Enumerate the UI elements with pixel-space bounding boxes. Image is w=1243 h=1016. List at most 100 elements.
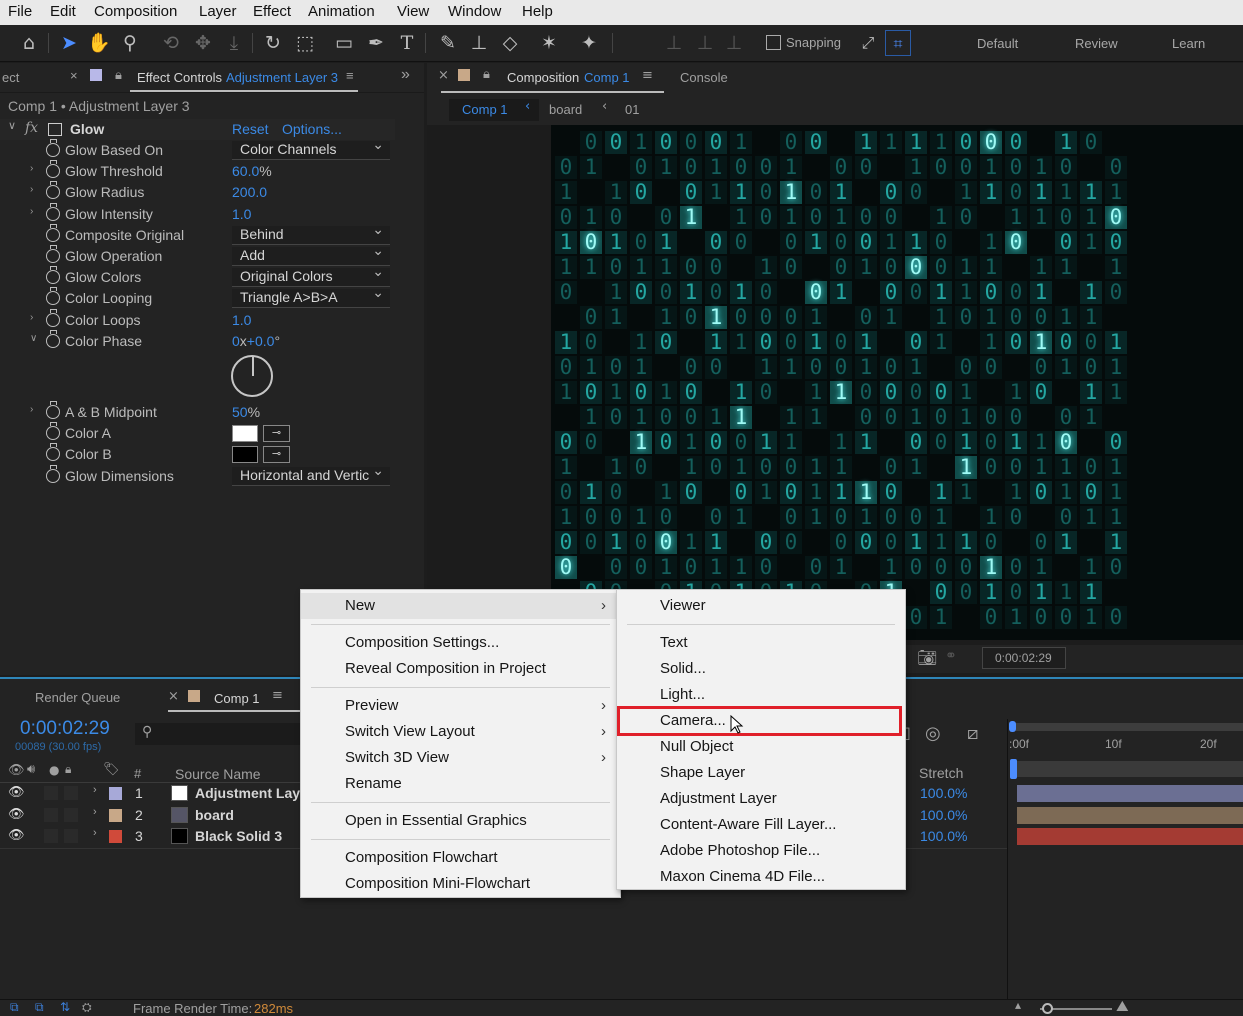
render-queue-tab[interactable]: Render Queue bbox=[35, 690, 120, 705]
prop-color-loops[interactable]: › Color Loops 1.0 bbox=[0, 308, 395, 331]
viewer-timecode-box[interactable]: 0:00:02:29 bbox=[982, 647, 1066, 669]
reset-link[interactable]: Reset bbox=[232, 121, 269, 137]
menu-item-rename[interactable]: Rename bbox=[301, 771, 620, 797]
rectangle-tool-icon[interactable]: ▭ bbox=[331, 30, 357, 56]
motion-blur-icon[interactable]: ◎ bbox=[925, 723, 941, 744]
color-phase-dial[interactable] bbox=[231, 355, 273, 397]
prop-glow-colors[interactable]: Glow Colors Original Colors bbox=[0, 263, 395, 288]
timeline-timecode[interactable]: 0:00:02:29 bbox=[20, 718, 110, 740]
solo-toggle[interactable] bbox=[44, 786, 58, 800]
layer-stretch[interactable]: 100.0% bbox=[920, 828, 967, 844]
stopwatch-icon[interactable] bbox=[46, 139, 60, 157]
eye-icon[interactable]: 👁︎ bbox=[8, 806, 25, 822]
menu-item-camera[interactable]: Camera... bbox=[617, 706, 905, 736]
workspace-default[interactable]: Default bbox=[977, 36, 1018, 51]
menu-item-text[interactable]: Text bbox=[617, 630, 905, 656]
layer-row[interactable]: 👁︎ › 2 board bbox=[0, 805, 300, 826]
eye-icon[interactable]: 👁︎ bbox=[8, 784, 25, 800]
stopwatch-icon[interactable] bbox=[46, 443, 60, 462]
lock-toggle[interactable] bbox=[64, 829, 78, 843]
prop-composite-original[interactable]: Composite Original Behind bbox=[0, 221, 395, 246]
twirl-icon[interactable]: › bbox=[93, 827, 97, 839]
menu-item-shape-layer[interactable]: Shape Layer bbox=[617, 760, 905, 786]
label-color[interactable] bbox=[109, 808, 122, 822]
stopwatch-icon[interactable] bbox=[46, 223, 60, 242]
menu-item-new[interactable]: New › bbox=[301, 593, 620, 619]
current-time-indicator[interactable] bbox=[1010, 759, 1017, 779]
prop-dropdown[interactable]: Original Colors bbox=[232, 263, 390, 288]
twirl-icon[interactable]: ∨ bbox=[30, 333, 37, 344]
close-icon[interactable]: × bbox=[168, 689, 179, 704]
timeline-comp-tab[interactable]: Comp 1 bbox=[214, 691, 260, 706]
home-icon[interactable]: ⌂ bbox=[16, 30, 42, 56]
layer-row[interactable]: 👁︎ › 1 Adjustment Laye bbox=[0, 783, 300, 804]
eyedropper-icon[interactable]: ⊸ bbox=[263, 446, 290, 464]
menu-item-reveal-composition-in-project[interactable]: Reveal Composition in Project bbox=[301, 656, 620, 682]
twirl-icon[interactable]: › bbox=[93, 806, 97, 818]
menu-item-content-aware-fill-layer[interactable]: Content-Aware Fill Layer... bbox=[617, 812, 905, 838]
menu-item-null-object[interactable]: Null Object bbox=[617, 734, 905, 760]
flow-board[interactable]: board bbox=[549, 102, 582, 117]
prop-glow-dimensions[interactable]: Glow Dimensions Horizontal and Vertic bbox=[0, 462, 395, 487]
stopwatch-icon[interactable] bbox=[46, 202, 60, 221]
effect-header-row[interactable]: ∨ fx Glow Reset Options... bbox=[0, 119, 395, 140]
menu-item-adobe-photoshop-file[interactable]: Adobe Photoshop File... bbox=[617, 838, 905, 864]
flow-comp1[interactable]: Comp 1 bbox=[462, 102, 508, 117]
prop-dropdown[interactable]: Color Channels bbox=[232, 136, 390, 160]
prop-a-b-midpoint[interactable]: › A & B Midpoint 50% bbox=[0, 401, 395, 423]
close-icon[interactable]: × bbox=[438, 68, 449, 83]
layer-stretch[interactable]: 100.0% bbox=[920, 807, 967, 823]
prop-value[interactable]: 50% bbox=[232, 404, 260, 420]
layer-row[interactable]: 👁︎ › 3 Black Solid 3 bbox=[0, 826, 300, 847]
zoom-out-icon[interactable]: ▴ bbox=[1015, 998, 1021, 1012]
prop-color-a[interactable]: Color A ⊸ bbox=[0, 422, 395, 444]
stopwatch-icon[interactable] bbox=[46, 287, 60, 306]
prop-angle-value[interactable]: 0x+0.0° bbox=[232, 333, 280, 349]
menu-animation[interactable]: Animation bbox=[308, 3, 375, 20]
audio-column-icon[interactable]: 🔊︎ bbox=[27, 762, 35, 777]
layer-name[interactable]: Black Solid 3 bbox=[195, 828, 300, 844]
world-axis-icon[interactable]: ⊥ bbox=[692, 30, 718, 56]
composition-tab-title[interactable]: Composition bbox=[507, 70, 579, 85]
snapping-checkbox[interactable] bbox=[766, 35, 781, 50]
eraser-tool-icon[interactable]: ◇ bbox=[497, 30, 523, 56]
prop-dropdown[interactable]: Triangle A>B>A bbox=[232, 284, 390, 309]
prop-color-b[interactable]: Color B ⊸ bbox=[0, 443, 395, 465]
menu-file[interactable]: File bbox=[8, 3, 32, 20]
zoom-in-icon[interactable]: ⛰ bbox=[1116, 997, 1129, 1015]
stopwatch-icon[interactable] bbox=[46, 245, 60, 263]
brush-tool-icon[interactable]: ✎ bbox=[435, 30, 461, 56]
hand-tool-icon[interactable]: ✋ bbox=[86, 30, 112, 56]
menu-item-preview[interactable]: Preview › bbox=[301, 693, 620, 719]
color-swatch[interactable] bbox=[232, 425, 258, 443]
menu-item-viewer[interactable]: Viewer bbox=[617, 593, 905, 619]
zoom-tool-icon[interactable]: ⚲ bbox=[117, 30, 143, 56]
prop-glow-operation[interactable]: Glow Operation Add bbox=[0, 242, 395, 267]
roto-brush-tool-icon[interactable]: ✶ bbox=[536, 30, 562, 56]
work-area-start-handle[interactable] bbox=[1009, 721, 1016, 732]
twirl-icon[interactable]: › bbox=[30, 184, 33, 195]
menu-item-composition-mini-flowchart[interactable]: Composition Mini-Flowchart bbox=[301, 871, 620, 897]
menu-item-switch-view-layout[interactable]: Switch View Layout › bbox=[301, 719, 620, 745]
layer-stretch[interactable]: 100.0% bbox=[920, 785, 967, 801]
puppet-pin-tool-icon[interactable]: ✦ bbox=[576, 30, 602, 56]
rotation-tool-icon[interactable]: ↻ bbox=[260, 30, 286, 56]
solo-column-icon[interactable]: ● bbox=[49, 763, 59, 777]
menu-layer[interactable]: Layer bbox=[199, 3, 237, 20]
lock-toggle[interactable] bbox=[64, 786, 78, 800]
prop-glow-threshold[interactable]: › Glow Threshold 60.0% bbox=[0, 160, 395, 182]
prop-dropdown[interactable]: Behind bbox=[232, 221, 390, 245]
panel-menu-icon[interactable]: ≡ bbox=[272, 688, 283, 703]
twirl-open-icon[interactable]: ∨ bbox=[8, 119, 16, 132]
lock-icon[interactable]: 🔒︎ bbox=[483, 67, 490, 82]
prop-glow-based-on[interactable]: Glow Based On Color Channels bbox=[0, 136, 395, 161]
twirl-icon[interactable]: › bbox=[30, 206, 33, 217]
stopwatch-icon[interactable] bbox=[46, 181, 60, 200]
solo-toggle[interactable] bbox=[44, 829, 58, 843]
menu-edit[interactable]: Edit bbox=[50, 3, 76, 20]
layer-duration-bar[interactable] bbox=[1017, 785, 1243, 802]
workspace-learn[interactable]: Learn bbox=[1172, 36, 1205, 51]
label-color[interactable] bbox=[109, 830, 122, 843]
view-axis-icon[interactable]: ⊥ bbox=[721, 30, 747, 56]
layer-name[interactable]: Adjustment Laye bbox=[195, 785, 300, 801]
